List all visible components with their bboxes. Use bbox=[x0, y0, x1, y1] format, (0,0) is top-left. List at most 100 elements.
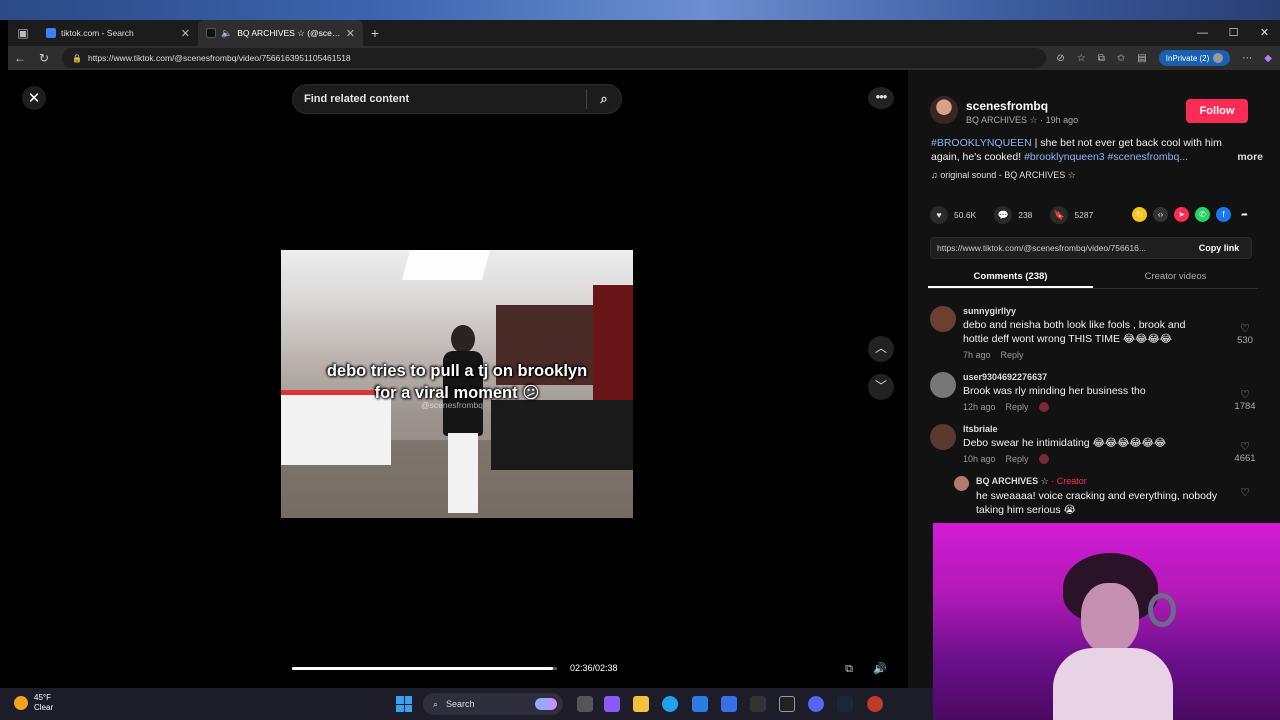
post-link[interactable]: https://www.tiktok.com/@scenesfrombq/vid… bbox=[937, 243, 1187, 253]
favorite-star-icon[interactable]: ☆ bbox=[1077, 53, 1086, 64]
comment-like[interactable]: ♡ bbox=[1230, 486, 1260, 499]
copilot-icon[interactable]: ◆ bbox=[1264, 53, 1272, 64]
ceiling-light bbox=[401, 250, 491, 280]
discord-icon[interactable] bbox=[808, 696, 824, 712]
weather-temp: 45°F bbox=[34, 693, 51, 702]
saves-count: 5287 bbox=[1074, 210, 1094, 220]
comment-like[interactable]: ♡ 530 bbox=[1230, 322, 1260, 346]
refresh-icon[interactable]: ↻ bbox=[32, 51, 56, 65]
minimize-icon[interactable]: — bbox=[1187, 20, 1218, 46]
previous-video-button[interactable]: ︿ bbox=[868, 336, 894, 362]
heart-icon[interactable]: ♡ bbox=[1230, 322, 1260, 335]
inprivate-badge[interactable]: InPrivate (2) bbox=[1158, 50, 1231, 66]
video-player[interactable]: debo tries to pull a tj on brooklyn for … bbox=[281, 250, 633, 518]
tab-comments[interactable]: Comments (238) bbox=[928, 267, 1093, 288]
edge-icon[interactable] bbox=[662, 696, 678, 712]
close-tab-icon[interactable]: ✕ bbox=[181, 27, 190, 40]
tab-creator-videos[interactable]: Creator videos bbox=[1093, 267, 1258, 288]
app-icon[interactable] bbox=[692, 696, 708, 712]
new-tab-button[interactable]: + bbox=[363, 25, 387, 41]
menu-dots-icon[interactable]: ⋯ bbox=[1242, 53, 1252, 64]
favorites-icon[interactable]: ✩ bbox=[1117, 53, 1125, 64]
whatsapp-icon[interactable]: ✆ bbox=[1195, 207, 1210, 222]
back-icon[interactable]: ← bbox=[8, 51, 32, 65]
settings-icon[interactable] bbox=[867, 696, 883, 712]
sound-link[interactable]: ♫ original sound - BQ ARCHIVES ☆ bbox=[931, 170, 1076, 181]
hashtag-link[interactable]: #BROOKLYNQUEEN bbox=[931, 137, 1032, 149]
weather-widget[interactable]: 45°F Clear bbox=[14, 693, 53, 713]
author-avatar[interactable] bbox=[930, 96, 958, 124]
share-arrow-icon[interactable]: ➦ bbox=[1237, 207, 1252, 222]
tab-actions-icon[interactable]: ▣ bbox=[8, 20, 38, 46]
author-name[interactable]: scenesfrombq bbox=[966, 99, 1048, 113]
follow-button[interactable]: Follow bbox=[1186, 99, 1248, 123]
speaker-icon[interactable]: 🔈 bbox=[221, 28, 232, 39]
pip-icon[interactable]: ⧉ bbox=[839, 659, 859, 679]
file-explorer-icon[interactable] bbox=[633, 696, 649, 712]
like-heart-icon[interactable]: ♥ bbox=[930, 206, 948, 224]
more-button[interactable]: more bbox=[1237, 150, 1263, 164]
comment-icon[interactable]: 💬 bbox=[994, 206, 1013, 224]
hashtag-link[interactable]: #brooklynqueen3 #scenesfrombq... bbox=[1024, 151, 1188, 163]
search-input[interactable]: Find related content bbox=[304, 93, 586, 105]
embed-icon[interactable]: ‹› bbox=[1153, 207, 1168, 222]
store-icon[interactable] bbox=[721, 696, 737, 712]
next-video-button[interactable]: ﹀ bbox=[868, 374, 894, 400]
game-app-icon[interactable] bbox=[750, 696, 766, 712]
search-icon[interactable]: ⌕ bbox=[587, 91, 621, 107]
headset-icon bbox=[1148, 593, 1176, 627]
post-description: #BROOKLYNQUEEN | she bet not ever get ba… bbox=[931, 136, 1263, 164]
comment-item: user9304692276637 Brook was rly minding … bbox=[930, 372, 1260, 412]
task-view-icon[interactable] bbox=[577, 696, 593, 712]
close-tab-icon[interactable]: ✕ bbox=[346, 27, 355, 40]
comment-item: ltsbriale Debo swear he intimidating 😂😂😂… bbox=[930, 424, 1260, 464]
commenter-avatar[interactable] bbox=[930, 306, 956, 332]
comment-username[interactable]: user9304692276637 bbox=[963, 372, 1260, 382]
commenter-avatar[interactable] bbox=[930, 372, 956, 398]
copy-link-row: https://www.tiktok.com/@scenesfrombq/vid… bbox=[930, 237, 1252, 259]
desktop-wallpaper bbox=[0, 0, 1280, 20]
reply-button[interactable]: Reply bbox=[1001, 350, 1024, 360]
progress-bar[interactable] bbox=[292, 667, 557, 670]
find-related-search[interactable]: Find related content ⌕ bbox=[292, 84, 622, 114]
creator-tag: · Creator bbox=[1051, 476, 1087, 486]
taskbar-search[interactable]: ⌕ Search bbox=[423, 693, 563, 715]
copilot-taskbar-icon[interactable] bbox=[604, 696, 620, 712]
close-window-icon[interactable]: ✕ bbox=[1249, 20, 1280, 46]
creator-avatar[interactable] bbox=[954, 476, 969, 491]
heart-icon[interactable]: ♡ bbox=[1230, 440, 1260, 453]
maximize-icon[interactable]: ☐ bbox=[1218, 20, 1249, 46]
heart-icon[interactable]: ♡ bbox=[1230, 388, 1260, 401]
comment-username[interactable]: BQ ARCHIVES ☆ · Creator bbox=[976, 476, 1260, 487]
repost-icon[interactable]: ↻ bbox=[1132, 207, 1147, 222]
comment-text: debo and neisha both look like fools , b… bbox=[963, 319, 1186, 345]
comment-like[interactable]: ♡ 1784 bbox=[1230, 388, 1260, 412]
url-field[interactable]: 🔒 https://www.tiktok.com/@scenesfrombq/v… bbox=[62, 48, 1047, 68]
comment-username[interactable]: ltsbriale bbox=[963, 424, 1260, 434]
facebook-icon[interactable]: f bbox=[1216, 207, 1231, 222]
tab-tiktok[interactable]: 🔈 BQ ARCHIVES ☆ (@scenesfromb ✕ bbox=[198, 20, 363, 46]
scene-person bbox=[441, 325, 485, 515]
tracking-icon[interactable]: ⊘ bbox=[1056, 53, 1064, 64]
commenter-avatar[interactable] bbox=[930, 424, 956, 450]
more-options-button[interactable]: ••• bbox=[868, 87, 894, 109]
extensions-icon[interactable]: ⧉ bbox=[1098, 53, 1105, 64]
progress-fill bbox=[292, 667, 554, 670]
search-icon: ⌕ bbox=[433, 698, 439, 709]
capcut-icon[interactable] bbox=[779, 696, 795, 712]
comment-like[interactable]: ♡ 4661 bbox=[1230, 440, 1260, 464]
close-viewer-button[interactable]: ✕ bbox=[22, 86, 46, 110]
send-icon[interactable]: ➤ bbox=[1174, 207, 1189, 222]
reply-username[interactable]: BQ ARCHIVES ☆ bbox=[976, 476, 1049, 486]
windows-start-icon[interactable] bbox=[396, 696, 412, 712]
comment-username[interactable]: sunnygirllyy bbox=[963, 306, 1260, 316]
reply-button[interactable]: Reply bbox=[1006, 402, 1029, 412]
reply-button[interactable]: Reply bbox=[1006, 454, 1029, 464]
steam-icon[interactable] bbox=[837, 696, 853, 712]
collections-icon[interactable]: ▤ bbox=[1137, 53, 1146, 64]
volume-icon[interactable]: 🔊 bbox=[870, 659, 890, 679]
heart-icon[interactable]: ♡ bbox=[1230, 486, 1260, 499]
tab-search[interactable]: tiktok.com - Search ✕ bbox=[38, 20, 198, 46]
bookmark-icon[interactable]: 🔖 bbox=[1050, 206, 1069, 224]
copy-link-button[interactable]: Copy link bbox=[1187, 243, 1251, 253]
